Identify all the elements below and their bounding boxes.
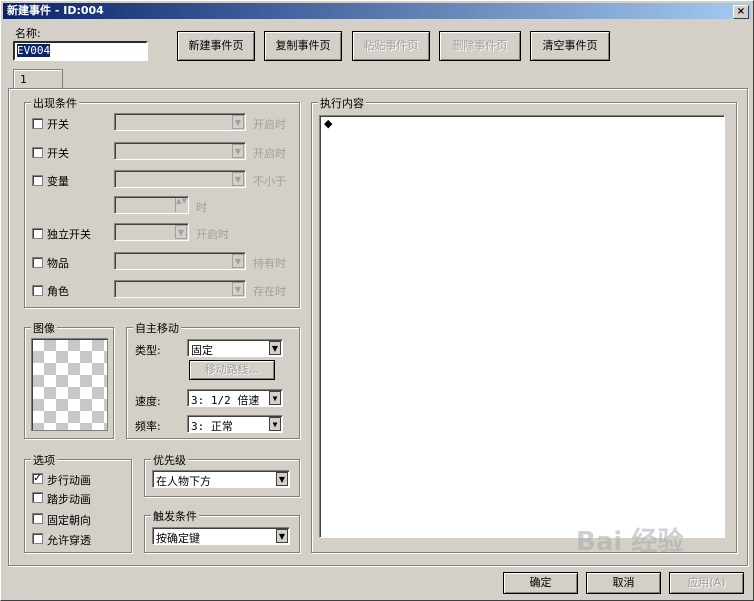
stepping-anim-label: 踏步动画 [47, 493, 91, 506]
conditions-title: 出现条件 [31, 95, 79, 111]
window-title: 新建事件 - ID:004 [7, 4, 104, 17]
priority-value: 在人物下方 [156, 475, 211, 488]
cancel-button[interactable]: 取消 [586, 572, 661, 594]
walking-anim-label: 步行动画 [47, 474, 91, 487]
variable-dropdown-icon: ▼ [232, 172, 244, 186]
direction-fix-label: 固定朝向 [47, 514, 91, 527]
command-line-marker[interactable]: ◆ [324, 117, 332, 130]
title-bar: 新建事件 - ID:004 × [3, 3, 751, 19]
move-freq-value: 3: 正常 [191, 420, 233, 433]
switch1-field: ▼ [114, 113, 246, 131]
switch1-dropdown-icon: ▼ [232, 115, 244, 129]
priority-select[interactable]: 在人物下方 ▼ [152, 470, 290, 488]
name-input-value: EV004 [17, 44, 51, 57]
tab-page-1-label: 1 [20, 73, 27, 86]
actor-field: ▼ [114, 280, 246, 298]
switch2-checkbox[interactable] [32, 147, 43, 158]
move-freq-select[interactable]: 3: 正常 ▼ [187, 415, 283, 433]
move-type-value: 固定 [191, 344, 213, 357]
direction-fix-checkbox[interactable] [32, 513, 43, 524]
event-commands-list[interactable]: ◆ [319, 115, 725, 538]
item-suffix: 持有时 [253, 257, 286, 270]
variable-spin-icon: ▲▼ [175, 198, 187, 212]
close-button[interactable]: × [733, 5, 749, 19]
actor-dropdown-icon: ▼ [232, 282, 244, 296]
variable-checkbox[interactable] [32, 175, 43, 186]
trigger-select[interactable]: 按确定键 ▼ [152, 527, 290, 545]
trigger-dropdown-icon: ▼ [276, 529, 288, 543]
delete-page-button[interactable]: 删除事件页 [439, 31, 521, 61]
new-page-button[interactable]: 新建事件页 [177, 31, 255, 61]
item-dropdown-icon: ▼ [232, 254, 244, 268]
self-switch-field: ▼ [114, 223, 189, 241]
move-speed-dropdown-icon: ▼ [269, 391, 281, 405]
priority-title: 优先级 [151, 452, 188, 468]
move-freq-label: 频率: [135, 420, 161, 433]
variable-suffix: 不小于 [253, 175, 286, 188]
move-route-button[interactable]: 移动路线... [189, 360, 275, 380]
move-type-select[interactable]: 固定 ▼ [187, 339, 283, 357]
priority-dropdown-icon: ▼ [276, 472, 288, 486]
clear-page-button[interactable]: 清空事件页 [530, 31, 610, 61]
watermark: Bai 经验 [576, 527, 684, 557]
move-freq-dropdown-icon: ▼ [269, 417, 281, 431]
contents-title: 执行内容 [318, 95, 366, 111]
self-switch-dropdown-icon: ▼ [175, 225, 187, 239]
event-editor-window: 新建事件 - ID:004 × 名称: EV004 新建事件页 复制事件页 粘贴… [0, 0, 754, 601]
variable-value-stepper: ▲▼ [114, 196, 189, 214]
autonomous-title: 自主移动 [133, 320, 181, 336]
copy-page-button[interactable]: 复制事件页 [264, 31, 342, 61]
switch1-label: 开关 [47, 118, 69, 131]
trigger-value: 按确定键 [156, 532, 200, 545]
switch2-label: 开关 [47, 147, 69, 160]
image-title: 图像 [31, 320, 57, 336]
switch1-checkbox[interactable] [32, 118, 43, 129]
move-speed-select[interactable]: 3: 1/2 倍速 ▼ [187, 389, 283, 407]
switch2-suffix: 开启时 [253, 147, 286, 160]
options-title: 选项 [31, 452, 57, 468]
trigger-title: 触发条件 [151, 508, 199, 524]
actor-label: 角色 [47, 285, 69, 298]
apply-button[interactable]: 应用(A) [669, 572, 744, 594]
move-type-dropdown-icon: ▼ [269, 341, 281, 355]
move-speed-label: 速度: [135, 395, 161, 408]
stepping-anim-checkbox[interactable] [32, 492, 43, 503]
self-switch-checkbox[interactable] [32, 228, 43, 239]
move-speed-value: 3: 1/2 倍速 [191, 394, 260, 407]
self-switch-label: 独立开关 [47, 228, 91, 241]
switch2-dropdown-icon: ▼ [232, 144, 244, 158]
event-graphic-preview[interactable] [31, 338, 108, 431]
tab-page-1[interactable]: 1 [13, 69, 63, 89]
actor-suffix: 存在时 [253, 285, 286, 298]
name-label: 名称: [15, 27, 41, 40]
name-input[interactable]: EV004 [13, 41, 148, 61]
through-label: 允许穿透 [47, 534, 91, 547]
through-checkbox[interactable] [32, 533, 43, 544]
item-field: ▼ [114, 252, 246, 270]
variable-suffix2: 时 [196, 201, 207, 214]
switch2-field: ▼ [114, 142, 246, 160]
variable-label: 变量 [47, 175, 69, 188]
paste-page-button[interactable]: 粘贴事件页 [352, 31, 430, 61]
check-icon: ✓ [33, 473, 42, 484]
walking-anim-checkbox[interactable]: ✓ [32, 473, 43, 484]
item-checkbox[interactable] [32, 257, 43, 268]
item-label: 物品 [47, 257, 69, 270]
move-type-label: 类型: [135, 344, 161, 357]
actor-checkbox[interactable] [32, 285, 43, 296]
variable-field: ▼ [114, 170, 246, 188]
switch1-suffix: 开启时 [253, 118, 286, 131]
ok-button[interactable]: 确定 [503, 572, 578, 594]
self-switch-suffix: 开启时 [196, 228, 229, 241]
